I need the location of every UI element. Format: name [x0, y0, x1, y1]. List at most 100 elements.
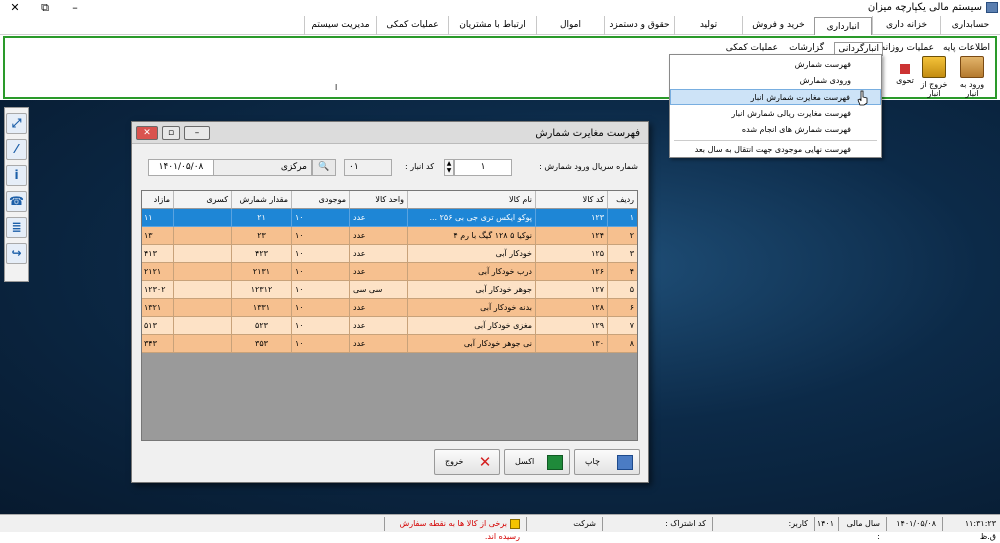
cell-counted[interactable]: ۱۲۳۱۲: [231, 281, 291, 299]
cell-surplus[interactable]: ۳۴۳: [142, 335, 173, 353]
dialog-minimize-button[interactable]: –: [184, 126, 210, 140]
cell-counted[interactable]: ۲۱۳۱: [231, 263, 291, 281]
menu-item-final-inventory[interactable]: فهرست نهایی موجودی جهت انتقال به سال بعد: [670, 142, 881, 158]
menu-tab-inventory[interactable]: انبارداری: [814, 17, 872, 35]
table-row[interactable]: ۵ ۱۲۷ جوهر خودکار آبی سی سی ۱۰ ۱۲۳۱۲ ۱۲۳۰۲: [142, 281, 637, 299]
col-shortage[interactable]: کسری: [173, 191, 231, 209]
col-unit[interactable]: واحد کالا: [349, 191, 407, 209]
cell-shortage[interactable]: [173, 281, 231, 299]
cell-row[interactable]: ۱: [607, 209, 637, 227]
resize-icon[interactable]: ⤢: [6, 113, 27, 134]
exit-button[interactable]: ✕ خروج: [434, 449, 500, 475]
subtab-base-info[interactable]: اطلاعات پایه: [940, 42, 993, 56]
cell-counted[interactable]: ۴۲۳: [231, 245, 291, 263]
serial-spinner[interactable]: ▲ ▼: [444, 159, 454, 176]
cell-surplus[interactable]: ۱۲۳۰۲: [142, 281, 173, 299]
col-stock[interactable]: موجودی: [291, 191, 349, 209]
warehouse-exit-button[interactable]: خروج از انبار: [915, 56, 953, 98]
cell-item-name[interactable]: پوکو ایکس تری جی بی ۲۵۶ ...: [407, 209, 535, 227]
cell-stock[interactable]: ۱۰: [291, 299, 349, 317]
cell-shortage[interactable]: [173, 335, 231, 353]
menu-item-count-list[interactable]: فهرست شمارش: [670, 57, 881, 73]
warning-status[interactable]: برخی از کالا ها به نقطه سفارش رسیده اند.: [384, 517, 524, 541]
cell-row[interactable]: ۳: [607, 245, 637, 263]
subtab-daily-ops[interactable]: عملیات روزانه: [878, 42, 937, 56]
cell-item-code[interactable]: ۱۲۷: [535, 281, 607, 299]
cell-unit[interactable]: عدد: [349, 227, 407, 245]
cell-item-name[interactable]: نوکیا ۵ ۱۲۸ گیگ با رم ۴: [407, 227, 535, 245]
cell-item-name[interactable]: درب خودکار آبی: [407, 263, 535, 281]
cell-row[interactable]: ۵: [607, 281, 637, 299]
cell-item-code[interactable]: ۱۲۵: [535, 245, 607, 263]
dialog-restore-button[interactable]: ▫: [162, 126, 180, 140]
cell-item-code[interactable]: ۱۲۴: [535, 227, 607, 245]
warehouse-entry-button[interactable]: ورود به انبار: [953, 56, 991, 98]
cell-row[interactable]: ۴: [607, 263, 637, 281]
menu-item-completed-counts[interactable]: فهرست شمارش های انجام شده: [670, 122, 881, 138]
cell-stock[interactable]: ۱۰: [291, 317, 349, 335]
cell-item-name[interactable]: خودکار آبی: [407, 245, 535, 263]
exit-icon[interactable]: ↪: [6, 243, 27, 264]
menu-tab-system-admin[interactable]: مدیریت سیستم: [304, 16, 376, 35]
cell-counted[interactable]: ۳۵۳: [231, 335, 291, 353]
menu-tab-assets[interactable]: اموال: [536, 16, 604, 35]
table-row[interactable]: ۸ ۱۳۰ نی جوهر خودکار آبی عدد ۱۰ ۳۵۳ ۳۴۳: [142, 335, 637, 353]
cell-unit[interactable]: عدد: [349, 335, 407, 353]
cell-surplus[interactable]: ۵۱۳: [142, 317, 173, 335]
cell-item-code[interactable]: ۱۳۰: [535, 335, 607, 353]
wand-icon[interactable]: ⁄: [6, 139, 27, 160]
cell-surplus[interactable]: ۲۱۲۱: [142, 263, 173, 281]
cell-shortage[interactable]: [173, 227, 231, 245]
col-item-name[interactable]: نام کالا: [407, 191, 535, 209]
cell-unit[interactable]: عدد: [349, 245, 407, 263]
minimize-window-button[interactable]: –: [60, 0, 90, 16]
cell-item-code[interactable]: ۱۲۶: [535, 263, 607, 281]
cell-item-name[interactable]: نی جوهر خودکار آبی: [407, 335, 535, 353]
menu-tab-crm[interactable]: ارتباط با مشتریان: [448, 16, 536, 35]
phone-icon[interactable]: ☎: [6, 191, 27, 212]
cell-item-name[interactable]: بدنه خودکار آبی: [407, 299, 535, 317]
menu-tab-accounting[interactable]: حسابداری: [940, 16, 1000, 35]
cell-surplus[interactable]: ۴۱۳: [142, 245, 173, 263]
menu-tab-production[interactable]: تولید: [674, 16, 742, 35]
dialog-close-button[interactable]: ✕: [136, 126, 158, 140]
table-row[interactable]: ۳ ۱۲۵ خودکار آبی عدد ۱۰ ۴۲۳ ۴۱۳: [142, 245, 637, 263]
menu-tab-payroll[interactable]: حقوق و دستمزد: [604, 16, 674, 35]
close-window-button[interactable]: ✕: [0, 0, 30, 16]
menu-tab-treasury[interactable]: خزانه داری: [872, 16, 940, 35]
cell-stock[interactable]: ۱۰: [291, 209, 349, 227]
col-item-code[interactable]: کد کالا: [535, 191, 607, 209]
cell-shortage[interactable]: [173, 245, 231, 263]
menu-tab-aux-ops[interactable]: عملیات کمکی: [376, 16, 448, 35]
cell-counted[interactable]: ۲۱: [231, 209, 291, 227]
cell-surplus[interactable]: ۱۱: [142, 209, 173, 227]
cell-shortage[interactable]: [173, 317, 231, 335]
cell-shortage[interactable]: [173, 299, 231, 317]
cell-counted[interactable]: ۲۳: [231, 227, 291, 245]
table-row[interactable]: ۴ ۱۲۶ درب خودکار آبی عدد ۱۰ ۲۱۳۱ ۲۱۲۱: [142, 263, 637, 281]
notes-icon[interactable]: ≣: [6, 217, 27, 238]
cell-row[interactable]: ۷: [607, 317, 637, 335]
cell-counted[interactable]: ۱۳۳۱: [231, 299, 291, 317]
cell-row[interactable]: ۸: [607, 335, 637, 353]
menu-tab-sales[interactable]: خرید و فروش: [742, 16, 814, 35]
table-row[interactable]: ۷ ۱۲۹ مغزی خودکار آبی عدد ۱۰ ۵۲۳ ۵۱۳: [142, 317, 637, 335]
table-row[interactable]: ۶ ۱۲۸ بدنه خودکار آبی عدد ۱۰ ۱۳۳۱ ۱۳۲۱: [142, 299, 637, 317]
menu-item-rial-discrepancy[interactable]: فهرست مغایرت ریالی شمارش انبار: [670, 106, 881, 122]
delivery-button[interactable]: تحوی: [895, 56, 915, 96]
cell-surplus[interactable]: ۱۳۲۱: [142, 299, 173, 317]
cell-item-name[interactable]: جوهر خودکار آبی: [407, 281, 535, 299]
cell-item-code[interactable]: ۱۲۹: [535, 317, 607, 335]
cell-stock[interactable]: ۱۰: [291, 335, 349, 353]
warehouse-code-input[interactable]: ۰۱: [344, 159, 392, 176]
menu-item-discrepancy-list[interactable]: فهرست مغایرت شمارش انبار: [670, 89, 881, 105]
date-input[interactable]: ۱۴۰۱/۰۵/۰۸: [148, 159, 214, 176]
table-row[interactable]: ۱ ۱۲۳ پوکو ایکس تری جی بی ۲۵۶ ... عدد ۱۰ ۲۱ ۱۱: [142, 209, 637, 227]
cell-item-code[interactable]: ۱۲۸: [535, 299, 607, 317]
cell-item-code[interactable]: ۱۲۳: [535, 209, 607, 227]
restore-window-button[interactable]: ⧉: [30, 0, 60, 16]
cell-stock[interactable]: ۱۰: [291, 281, 349, 299]
cell-stock[interactable]: ۱۰: [291, 263, 349, 281]
cell-stock[interactable]: ۱۰: [291, 245, 349, 263]
cell-shortage[interactable]: [173, 263, 231, 281]
